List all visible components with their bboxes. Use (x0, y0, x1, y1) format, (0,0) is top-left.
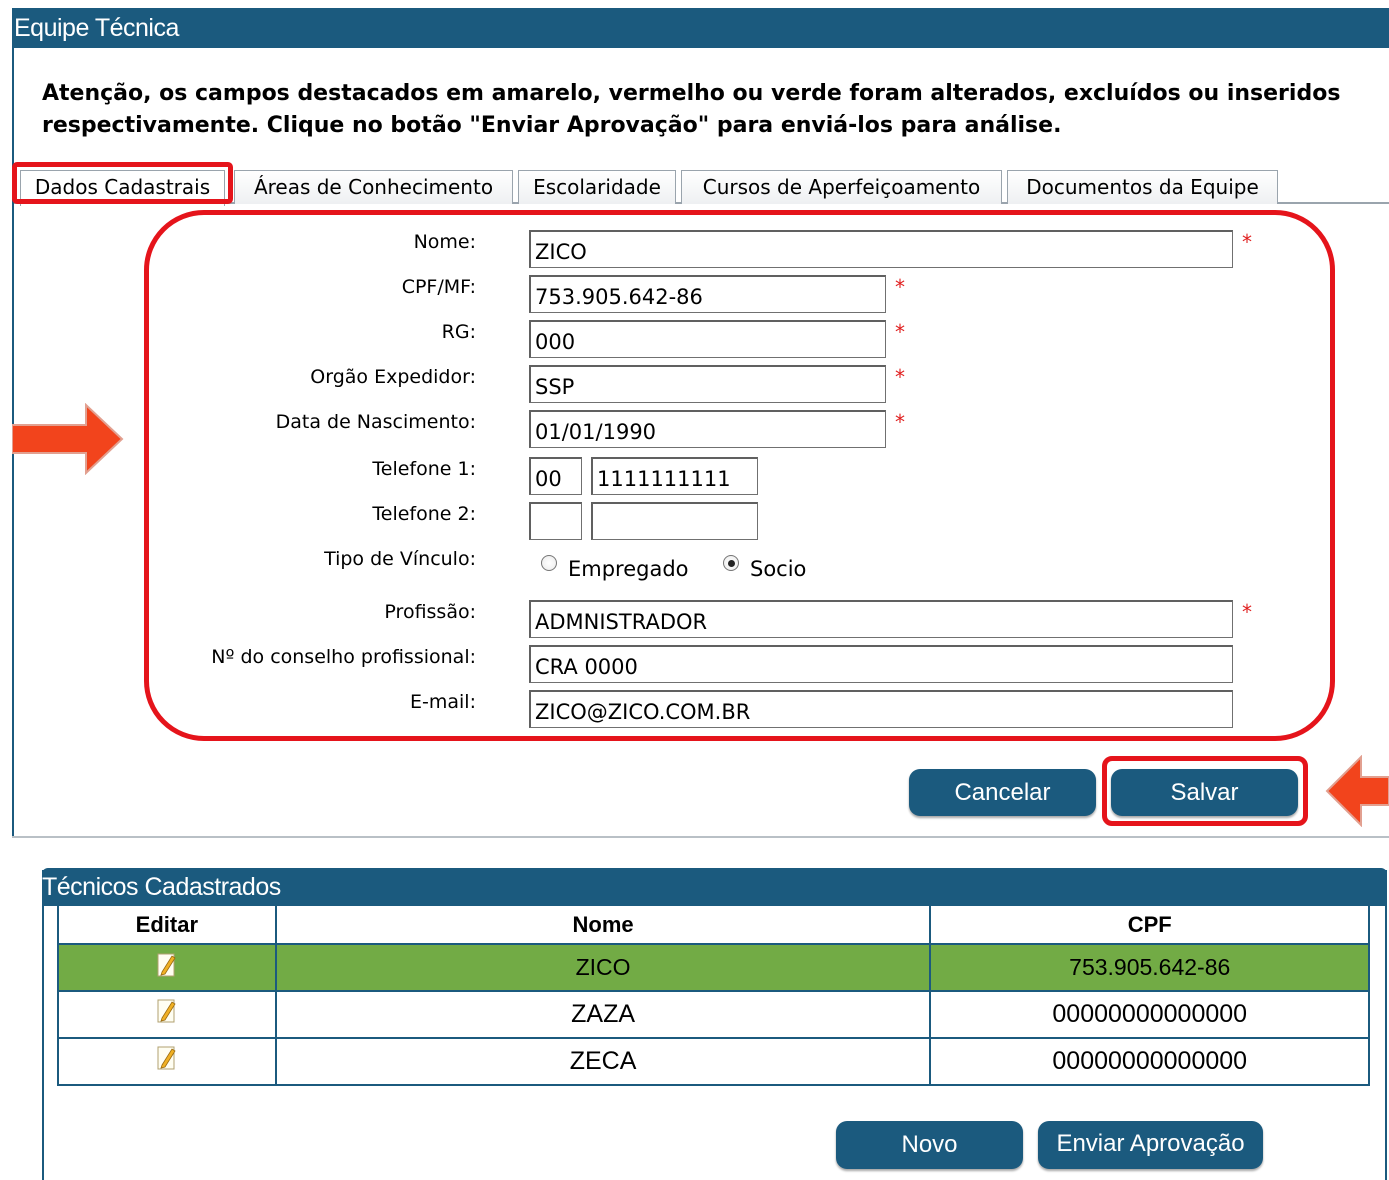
vinculo-socio-radio[interactable] (723, 555, 739, 571)
orgao-field[interactable]: SSP (529, 365, 886, 403)
cancelar-button[interactable]: Cancelar (909, 769, 1096, 816)
tab-areas-conhecimento[interactable]: Áreas de Conhecimento (234, 170, 513, 204)
nascimento-required: * (895, 410, 905, 434)
table-row[interactable]: ZECA 00000000000000 (57, 1037, 1370, 1086)
nome-label: Nome: (413, 231, 476, 253)
nome-required: * (1242, 230, 1252, 254)
column-header-cpf: CPF (929, 906, 1370, 945)
tab-documentos-equipe[interactable]: Documentos da Equipe (1007, 170, 1278, 204)
salvar-highlight (1102, 756, 1308, 826)
cpf-required: * (895, 275, 905, 299)
tab-escolaridade[interactable]: Escolaridade (518, 170, 676, 204)
nome-cell: ZECA (274, 1037, 932, 1086)
table-row[interactable]: ZICO 753.905.642-86 (57, 943, 1370, 992)
telefone2-label: Telefone 2: (372, 503, 476, 525)
table-header-row: Editar Nome CPF (57, 906, 1370, 945)
rg-field[interactable]: 000 (529, 320, 886, 358)
edit-icon[interactable] (156, 998, 178, 1031)
conselho-field[interactable]: CRA 0000 (529, 645, 1233, 683)
telefone2-ddd-field[interactable] (529, 502, 582, 540)
vinculo-label: Tipo de Vínculo: (324, 548, 476, 570)
edit-cell[interactable] (57, 990, 277, 1039)
profissao-field[interactable]: ADMNISTRADOR (529, 600, 1233, 638)
tab-highlight (12, 162, 233, 204)
rg-required: * (895, 320, 905, 344)
grid-title: Técnicos Cadastrados (42, 868, 1387, 906)
edit-cell[interactable] (57, 1037, 277, 1086)
orgao-required: * (895, 365, 905, 389)
enviar-aprovacao-button[interactable]: Enviar Aprovação (1038, 1121, 1263, 1169)
nome-cell: ZICO (274, 943, 932, 992)
edit-icon[interactable] (156, 1045, 178, 1078)
conselho-label: Nº do conselho profissional: (211, 646, 476, 668)
telefone2-numero-field[interactable] (591, 502, 758, 540)
rg-label: RG: (441, 321, 476, 343)
arrow-left-icon (1325, 755, 1389, 827)
arrow-right-icon (12, 403, 124, 475)
edit-cell[interactable] (57, 943, 277, 992)
cpf-field[interactable]: 753.905.642-86 (529, 275, 886, 313)
nome-cell: ZAZA (274, 990, 932, 1039)
tab-cursos-aperfeicoamento[interactable]: Cursos de Aperfeiçoamento (681, 170, 1002, 204)
vinculo-empregado-label[interactable]: Empregado (568, 556, 689, 582)
telefone1-ddd-field[interactable]: 00 (529, 457, 582, 495)
column-header-nome: Nome (274, 906, 932, 945)
vinculo-socio-label[interactable]: Socio (750, 556, 806, 582)
email-label: E-mail: (410, 691, 476, 713)
orgao-label: Orgão Expedidor: (310, 366, 476, 388)
tecnicos-table: Editar Nome CPF ZICO 753.905.642-86 ZAZA… (57, 906, 1370, 1086)
cpf-label: CPF/MF: (401, 276, 476, 298)
profissao-label: Profissão: (384, 601, 476, 623)
email-field[interactable]: ZICO@ZICO.COM.BR (529, 690, 1233, 728)
telefone1-label: Telefone 1: (372, 458, 476, 480)
nome-field[interactable]: ZICO (529, 230, 1233, 268)
column-header-editar: Editar (57, 906, 277, 945)
cpf-cell: 00000000000000 (929, 1037, 1370, 1086)
section-divider (12, 836, 1389, 838)
telefone1-numero-field[interactable]: 1111111111 (591, 457, 758, 495)
novo-button[interactable]: Novo (836, 1121, 1023, 1169)
edit-icon[interactable] (156, 952, 178, 984)
table-row[interactable]: ZAZA 00000000000000 (57, 990, 1370, 1039)
notice-text: Atenção, os campos destacados em amarelo… (42, 81, 1341, 138)
cpf-cell: 753.905.642-86 (929, 943, 1370, 992)
vinculo-empregado-radio[interactable] (541, 555, 557, 571)
profissao-required: * (1242, 600, 1252, 624)
cpf-cell: 00000000000000 (929, 990, 1370, 1039)
nascimento-field[interactable]: 01/01/1990 (529, 410, 886, 448)
nascimento-label: Data de Nascimento: (275, 411, 476, 433)
panel-title: Equipe Técnica (12, 8, 1389, 48)
